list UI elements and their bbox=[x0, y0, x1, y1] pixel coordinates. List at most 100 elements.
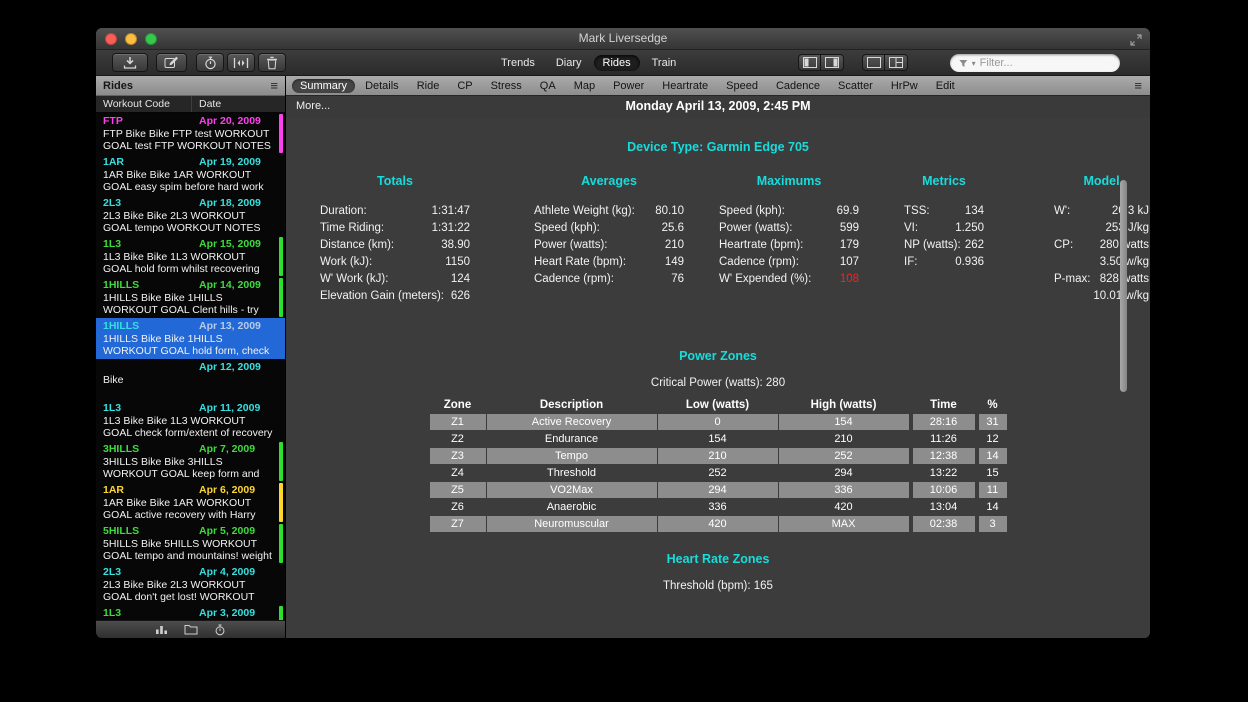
chart-tab[interactable]: Ride bbox=[409, 79, 448, 93]
tiled-view-button[interactable] bbox=[885, 54, 908, 71]
chart-icon[interactable] bbox=[155, 624, 168, 635]
percent-cell: 15 bbox=[979, 465, 1007, 481]
stopwatch-button[interactable] bbox=[196, 53, 224, 72]
filter-dropdown-icon[interactable]: ▾ bbox=[972, 59, 976, 68]
chart-tab[interactable]: CP bbox=[449, 79, 480, 93]
chart-tab[interactable]: Details bbox=[357, 79, 407, 93]
zoom-button[interactable] bbox=[145, 33, 157, 45]
chart-tab[interactable]: QA bbox=[532, 79, 564, 93]
section-title: Model bbox=[1054, 174, 1149, 188]
ride-list-item[interactable]: 2L3 Apr 18, 2009 2L3 Bike Bike 2L3 WORKO… bbox=[96, 195, 285, 236]
section-title: Averages bbox=[534, 174, 684, 188]
high-watts-cell: 420 bbox=[779, 499, 909, 515]
ride-description-line: GOAL tempo and mountains! weight bbox=[103, 550, 277, 562]
chart-tab[interactable]: HrPw bbox=[883, 79, 926, 93]
close-button[interactable] bbox=[105, 33, 117, 45]
chart-tab[interactable]: Map bbox=[566, 79, 603, 93]
metric-row: Heart Rate (bpm): 149 bbox=[534, 254, 684, 271]
view-tab[interactable]: Diary bbox=[547, 55, 591, 71]
ride-list-item[interactable]: 5HILLS Apr 5, 2009 5HILLS Bike 5HILLS WO… bbox=[96, 523, 285, 564]
high-watts-cell: 252 bbox=[779, 448, 909, 464]
metric-label: Cadence (rpm): bbox=[534, 271, 614, 288]
view-tab[interactable]: Train bbox=[643, 55, 686, 71]
left-pane-icon bbox=[803, 57, 817, 68]
view-tab[interactable]: Rides bbox=[594, 55, 640, 71]
metric-label: P-max: bbox=[1054, 271, 1094, 288]
app-window: Mark Liversedge bbox=[96, 28, 1150, 638]
metric-label: Time Riding: bbox=[320, 220, 384, 237]
titlebar: Mark Liversedge bbox=[96, 28, 1150, 50]
chart-tab[interactable]: Stress bbox=[483, 79, 530, 93]
chart-menu-icon[interactable]: ≡ bbox=[1134, 79, 1142, 92]
power-zones-title: Power Zones bbox=[286, 349, 1150, 363]
metric-row: 253 J/kg bbox=[1054, 220, 1149, 237]
ride-workout-code: 1L3 bbox=[103, 402, 121, 414]
summary-content: Device Type: Garmin Edge 705 Totals Dura… bbox=[286, 118, 1150, 638]
toggle-left-sidebar-button[interactable] bbox=[798, 54, 821, 71]
delete-activity-button[interactable] bbox=[258, 53, 286, 72]
ride-color-stripe bbox=[279, 524, 283, 563]
ride-list-item[interactable]: Apr 12, 2009 Bike bbox=[96, 359, 285, 400]
ride-description-line: GOAL don't get lost! WORKOUT bbox=[103, 591, 277, 603]
ride-date: Apr 18, 2009 bbox=[199, 197, 261, 209]
ride-date: Apr 6, 2009 bbox=[199, 484, 255, 496]
chart-tab[interactable]: Edit bbox=[928, 79, 963, 93]
intervals-button[interactable] bbox=[227, 53, 255, 72]
toggle-right-sidebar-button[interactable] bbox=[821, 54, 844, 71]
high-watts-cell: 210 bbox=[779, 431, 909, 447]
metric-row: W' Expended (%): 108 bbox=[719, 271, 859, 288]
chart-tab[interactable]: Summary bbox=[292, 79, 355, 93]
chart-tab[interactable]: Speed bbox=[718, 79, 766, 93]
ride-workout-code: 2L3 bbox=[103, 197, 121, 209]
stopwatch-icon bbox=[204, 56, 217, 70]
ride-list-item[interactable]: 1HILLS Apr 13, 2009 1HILLS Bike Bike 1HI… bbox=[96, 318, 285, 359]
view-tab[interactable]: Trends bbox=[492, 55, 544, 71]
ride-color-stripe bbox=[279, 442, 283, 481]
ride-workout-code: FTP bbox=[103, 115, 123, 127]
metric-row: Time Riding: 1:31:22 bbox=[320, 220, 470, 237]
ride-list-item[interactable]: 2L3 Apr 4, 2009 2L3 Bike Bike 2L3 WORKOU… bbox=[96, 564, 285, 605]
ride-date: Apr 19, 2009 bbox=[199, 156, 261, 168]
percent-cell: 3 bbox=[979, 516, 1007, 532]
interval-markers-icon bbox=[233, 57, 249, 69]
ride-list-item[interactable]: 1AR Apr 19, 2009 1AR Bike Bike 1AR WORKO… bbox=[96, 154, 285, 195]
vertical-scrollbar[interactable] bbox=[1120, 180, 1127, 392]
zone-cell: Z5 bbox=[430, 482, 486, 498]
date-column-header[interactable]: Date bbox=[192, 98, 221, 110]
power-zone-row: Z7 Neuromuscular 420 MAX 02:38 3 bbox=[430, 516, 1007, 532]
ride-list-item[interactable]: 1HILLS Apr 14, 2009 1HILLS Bike Bike 1HI… bbox=[96, 277, 285, 318]
minimize-button[interactable] bbox=[125, 33, 137, 45]
chart-tab[interactable]: Heartrate bbox=[654, 79, 716, 93]
chart-tab[interactable]: Scatter bbox=[830, 79, 881, 93]
filter-field[interactable]: ▾ bbox=[950, 54, 1120, 72]
download-activity-button[interactable] bbox=[112, 53, 148, 72]
ride-list-item[interactable]: FTP Apr 20, 2009 FTP Bike Bike FTP test … bbox=[96, 113, 285, 154]
zone-cell: Z2 bbox=[430, 431, 486, 447]
edit-activity-button[interactable] bbox=[156, 53, 187, 72]
folder-icon[interactable] bbox=[184, 624, 198, 635]
metric-row: CP: 280 watts bbox=[1054, 237, 1149, 254]
single-view-button[interactable] bbox=[862, 54, 885, 71]
metric-label bbox=[1054, 220, 1094, 237]
chart-tab[interactable]: Cadence bbox=[768, 79, 828, 93]
stopwatch-icon[interactable] bbox=[214, 624, 226, 636]
ride-list-item[interactable]: 3HILLS Apr 7, 2009 3HILLS Bike Bike 3HIL… bbox=[96, 441, 285, 482]
percent-column-header: % bbox=[979, 399, 1007, 411]
ride-list-item[interactable]: 1AR Apr 6, 2009 1AR Bike Bike 1AR WORKOU… bbox=[96, 482, 285, 523]
ride-list-item[interactable]: 1L3 Apr 11, 2009 1L3 Bike Bike 1L3 WORKO… bbox=[96, 400, 285, 441]
ride-workout-code: 1L3 bbox=[103, 238, 121, 250]
filter-input[interactable] bbox=[980, 57, 1111, 69]
description-cell: Active Recovery bbox=[487, 414, 657, 430]
chart-tab[interactable]: Power bbox=[605, 79, 652, 93]
ride-list-item[interactable]: 1L3 Apr 3, 2009 bbox=[96, 605, 285, 620]
ride-description-line: WORKOUT GOAL hold form, check bbox=[103, 345, 277, 357]
workout-code-column-header[interactable]: Workout Code bbox=[96, 96, 192, 112]
fullscreen-icon[interactable] bbox=[1130, 33, 1142, 51]
ride-color-stripe bbox=[279, 114, 283, 153]
ride-list-item[interactable]: 1L3 Apr 15, 2009 1L3 Bike Bike 1L3 WORKO… bbox=[96, 236, 285, 277]
metric-label: VI: bbox=[904, 220, 918, 237]
window-controls bbox=[105, 33, 157, 45]
compose-icon bbox=[164, 56, 179, 69]
sidebar-menu-icon[interactable]: ≡ bbox=[270, 79, 278, 92]
ride-description-line: GOAL test FTP WORKOUT NOTES bbox=[103, 140, 277, 152]
